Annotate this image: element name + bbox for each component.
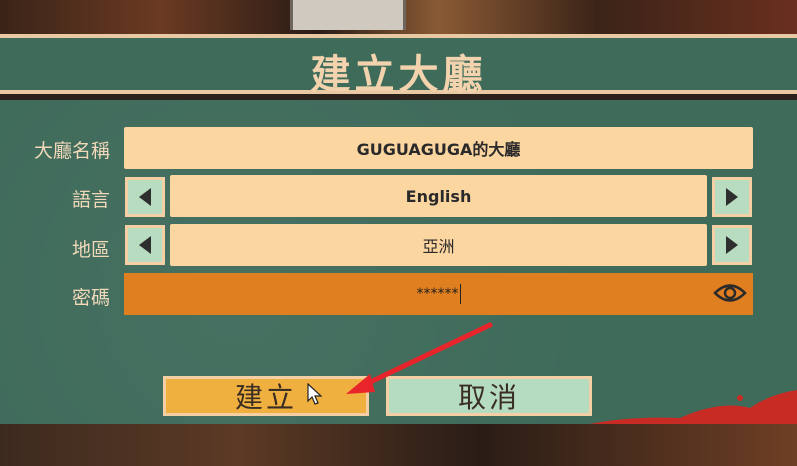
lobby-name-input[interactable]: GUGUAGUGA的大廳 bbox=[124, 127, 753, 169]
eye-icon[interactable] bbox=[713, 282, 747, 304]
cancel-button[interactable]: 取消 bbox=[386, 376, 592, 416]
region-prev-button[interactable] bbox=[125, 225, 165, 265]
background-window bbox=[290, 0, 406, 30]
lobby-name-label: 大廳名稱 bbox=[33, 140, 110, 162]
language-next-button[interactable] bbox=[712, 177, 752, 217]
blood-splatter-decoration bbox=[590, 390, 797, 426]
triangle-right-icon bbox=[726, 236, 738, 254]
triangle-right-icon bbox=[726, 188, 738, 206]
title-bar: 建立大廳 bbox=[0, 34, 797, 98]
language-label: 語言 bbox=[71, 189, 110, 211]
triangle-left-icon bbox=[139, 188, 151, 206]
mouse-cursor-icon bbox=[307, 383, 323, 405]
region-next-button[interactable] bbox=[712, 225, 752, 265]
language-prev-button[interactable] bbox=[125, 177, 165, 217]
language-value: English bbox=[170, 175, 707, 217]
password-value: ****** bbox=[416, 286, 459, 302]
triangle-left-icon bbox=[139, 236, 151, 254]
page-title: 建立大廳 bbox=[310, 52, 487, 98]
text-caret bbox=[459, 284, 461, 304]
password-label: 密碼 bbox=[71, 287, 110, 309]
password-input[interactable]: ****** bbox=[124, 273, 753, 315]
region-value: 亞洲 bbox=[170, 224, 707, 266]
region-label: 地區 bbox=[71, 239, 110, 261]
create-button[interactable]: 建立 bbox=[163, 376, 369, 416]
background-bottom bbox=[0, 424, 797, 466]
